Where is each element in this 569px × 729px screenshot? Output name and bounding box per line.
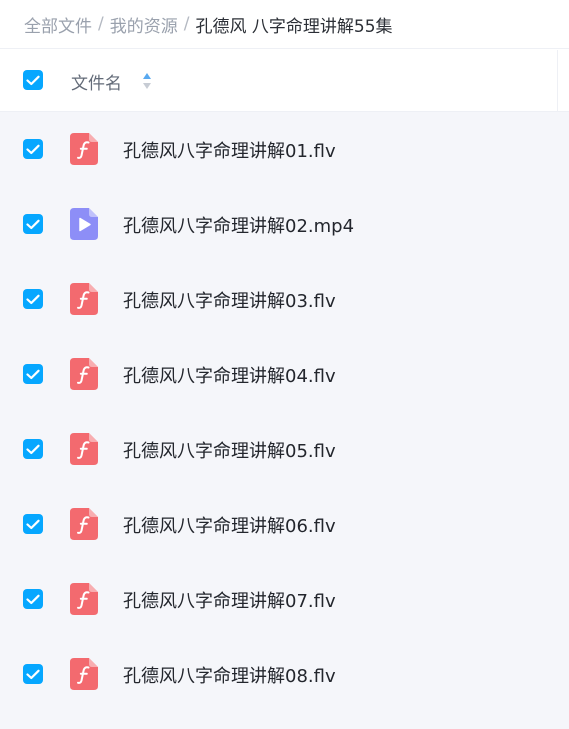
file-name[interactable]: 孔德风八字命理讲解03.flv bbox=[123, 262, 336, 337]
file-name[interactable]: 孔德风八字命理讲解04.flv bbox=[123, 337, 336, 412]
breadcrumb-separator: / bbox=[183, 14, 190, 34]
file-row[interactable]: 孔德风八字命理讲解07.flv bbox=[0, 562, 569, 637]
column-header-filename[interactable]: 文件名 bbox=[71, 50, 122, 112]
file-checkbox[interactable] bbox=[23, 439, 43, 459]
file-name[interactable]: 孔德风八字命理讲解07.flv bbox=[123, 562, 336, 637]
flash-file-icon bbox=[70, 283, 98, 315]
video-file-icon bbox=[70, 208, 98, 240]
file-checkbox[interactable] bbox=[23, 589, 43, 609]
check-icon bbox=[26, 369, 40, 379]
file-name[interactable]: 孔德风八字命理讲解01.flv bbox=[123, 112, 336, 187]
flash-file-icon bbox=[70, 658, 98, 690]
breadcrumb-item-all-files[interactable]: 全部文件 bbox=[24, 12, 92, 37]
check-icon bbox=[26, 144, 40, 154]
file-row[interactable]: 孔德风八字命理讲解04.flv bbox=[0, 337, 569, 412]
file-checkbox[interactable] bbox=[23, 139, 43, 159]
check-icon bbox=[26, 294, 40, 304]
file-checkbox[interactable] bbox=[23, 214, 43, 234]
check-icon bbox=[26, 669, 40, 679]
breadcrumb-item-my-resources[interactable]: 我的资源 bbox=[110, 12, 178, 37]
flash-file-icon bbox=[70, 133, 98, 165]
file-name[interactable]: 孔德风八字命理讲解02.mp4 bbox=[123, 187, 354, 262]
file-name[interactable]: 孔德风八字命理讲解08.flv bbox=[123, 637, 336, 712]
column-divider bbox=[557, 50, 558, 111]
file-checkbox[interactable] bbox=[23, 664, 43, 684]
flash-file-icon bbox=[70, 583, 98, 615]
check-icon bbox=[26, 594, 40, 604]
file-list: 孔德风八字命理讲解01.flv 孔德风八字命理讲解02.mp4 孔德风八字命理讲… bbox=[0, 112, 569, 729]
flash-file-icon bbox=[70, 358, 98, 390]
file-row[interactable]: 孔德风八字命理讲解03.flv bbox=[0, 262, 569, 337]
file-row[interactable]: 孔德风八字命理讲解01.flv bbox=[0, 112, 569, 187]
file-name[interactable]: 孔德风八字命理讲解05.flv bbox=[123, 412, 336, 487]
flash-file-icon bbox=[70, 433, 98, 465]
file-checkbox[interactable] bbox=[23, 514, 43, 534]
file-row[interactable]: 孔德风八字命理讲解05.flv bbox=[0, 412, 569, 487]
file-row[interactable]: 孔德风八字命理讲解06.flv bbox=[0, 487, 569, 562]
file-name[interactable]: 孔德风八字命理讲解06.flv bbox=[123, 487, 336, 562]
breadcrumb-separator: / bbox=[98, 14, 104, 34]
check-icon bbox=[26, 219, 40, 229]
breadcrumb: 全部文件 / 我的资源 / 孔德风 八字命理讲解55集 bbox=[0, 0, 569, 49]
sort-up-down-icon[interactable] bbox=[140, 70, 154, 92]
check-icon bbox=[26, 75, 40, 85]
check-icon bbox=[26, 444, 40, 454]
file-row[interactable]: 孔德风八字命理讲解02.mp4 bbox=[0, 187, 569, 262]
file-checkbox[interactable] bbox=[23, 289, 43, 309]
select-all-checkbox[interactable] bbox=[23, 70, 43, 90]
file-row[interactable]: 孔德风八字命理讲解08.flv bbox=[0, 637, 569, 712]
breadcrumb-current-folder: 孔德风 八字命理讲解55集 bbox=[195, 16, 393, 37]
flash-file-icon bbox=[70, 508, 98, 540]
file-list-header: 文件名 bbox=[0, 50, 569, 112]
file-checkbox[interactable] bbox=[23, 364, 43, 384]
check-icon bbox=[26, 519, 40, 529]
